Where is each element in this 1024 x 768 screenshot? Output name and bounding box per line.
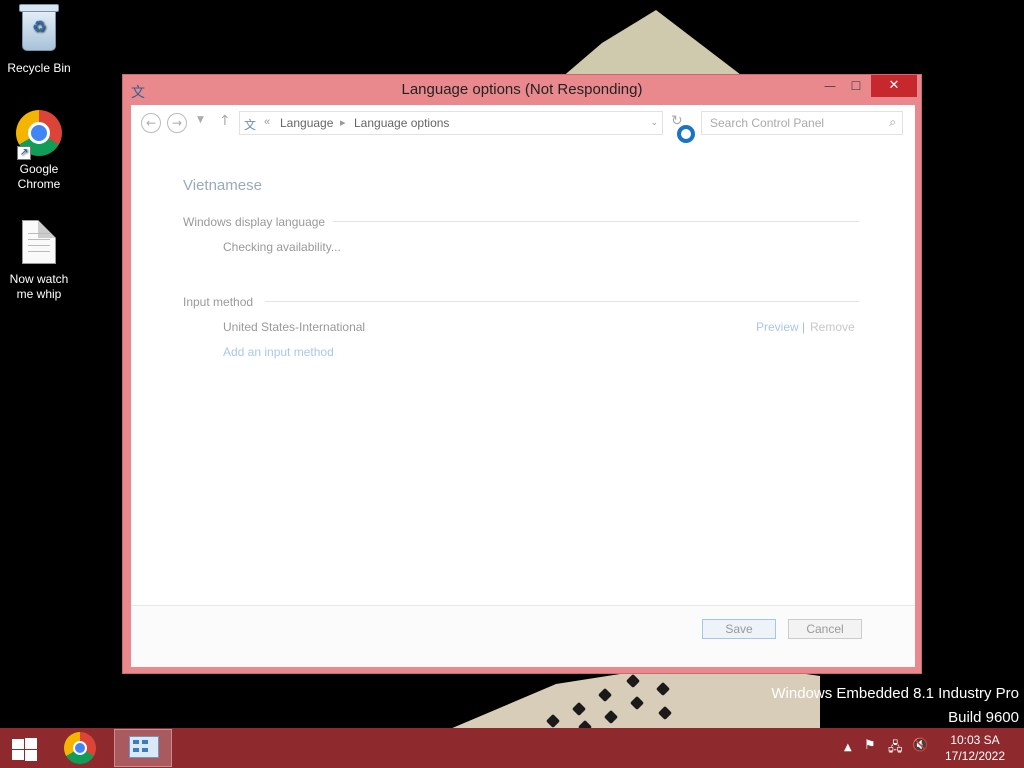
window-title: Language options (Not Responding) [401,81,643,98]
arrow-left-icon: ← [145,116,157,130]
text-document-icon [15,220,63,268]
recent-locations-dropdown[interactable]: ▼ [197,115,204,125]
desktop-icon-google-chrome[interactable]: ↗ Google Chrome [1,110,77,192]
forward-button[interactable]: → [167,113,187,133]
display-language-section-heading: Windows display language [183,215,326,229]
dialog-footer: Save Cancel [131,605,915,667]
control-panel-icon [129,736,159,758]
section-divider [265,301,859,302]
display-language-status: Checking availability... [223,240,341,254]
search-box[interactable]: Search Control Panel ⌕ [701,111,903,135]
language-control-panel-icon: 文 [244,118,257,132]
title-bar[interactable]: 文 Language options (Not Responding) — ☐ … [123,75,921,105]
cancel-button[interactable]: Cancel [788,619,862,639]
chevron-down-icon: ▼ [197,115,204,125]
desktop-icon-text-document[interactable]: Now watch me whip [1,218,77,302]
remove-link[interactable]: Remove [810,320,855,334]
link-separator: | [802,320,806,334]
clock-date: 17/12/2022 [944,749,1006,763]
breadcrumb-language[interactable]: Language [280,116,333,130]
start-button[interactable] [10,736,38,761]
os-build-watermark: Build 9600 [948,709,1019,726]
section-divider [333,221,859,222]
desktop-icon-label: Now watch me whip [9,272,69,301]
taskbar-control-panel-button[interactable] [114,729,172,767]
input-method-name: United States-International [223,320,366,334]
save-button[interactable]: Save [702,619,776,639]
minimize-button[interactable]: — [819,75,841,97]
show-hidden-icons-icon[interactable]: ▲ [844,742,852,753]
language-options-window: 文 Language options (Not Responding) — ☐ … [122,74,922,674]
close-button[interactable]: ✕ [871,75,917,97]
address-dropdown-icon[interactable]: ⌄ [650,117,658,128]
os-edition-watermark: Windows Embedded 8.1 Industry Pro [771,685,1019,702]
add-input-method-link[interactable]: Add an input method [223,345,334,359]
breadcrumb-overflow[interactable]: « [264,116,270,128]
up-button[interactable]: ↑ [219,113,231,129]
taskbar-chrome-button[interactable] [64,732,96,764]
back-button[interactable]: ← [141,113,161,133]
search-icon[interactable]: ⌕ [889,115,896,130]
clock-time: 10:03 SA [950,733,1000,747]
desktop-icon-recycle-bin[interactable]: Recycle Bin [1,4,77,76]
preview-link[interactable]: Preview [756,320,799,334]
taskbar: ▲ ⚑ 🖧 🔇 10:03 SA 17/12/2022 [0,728,1024,768]
breadcrumb-language-options[interactable]: Language options [354,116,449,130]
desktop-icon-label: Google Chrome [17,162,61,191]
address-bar[interactable]: 文 « Language ▸ Language options ⌄ [239,111,663,135]
search-input[interactable]: Search Control Panel [710,116,824,130]
busy-cursor-icon [677,125,695,143]
shortcut-arrow-icon: ↗ [17,146,31,160]
action-center-flag-icon[interactable]: ⚑ [864,738,876,753]
language-name-heading: Vietnamese [183,177,262,194]
arrow-right-icon: → [171,116,183,130]
maximize-button[interactable]: ☐ [845,75,867,97]
arrow-up-icon: ↑ [219,113,231,129]
desktop-icon-label: Recycle Bin [7,61,71,75]
chrome-icon: ↗ [15,110,63,160]
chevron-right-icon[interactable]: ▸ [340,116,346,129]
window-client-area: ← → ▼ ↑ 文 « Language ▸ Language options … [131,105,915,667]
volume-muted-icon[interactable]: 🔇 [912,738,928,753]
input-method-section-heading: Input method [183,295,254,309]
recycle-bin-icon [15,4,63,57]
network-icon[interactable]: 🖧 [888,738,903,760]
navigation-bar: ← → ▼ ↑ 文 « Language ▸ Language options … [131,105,915,143]
taskbar-clock[interactable]: 10:03 SA 17/12/2022 [930,732,1020,764]
